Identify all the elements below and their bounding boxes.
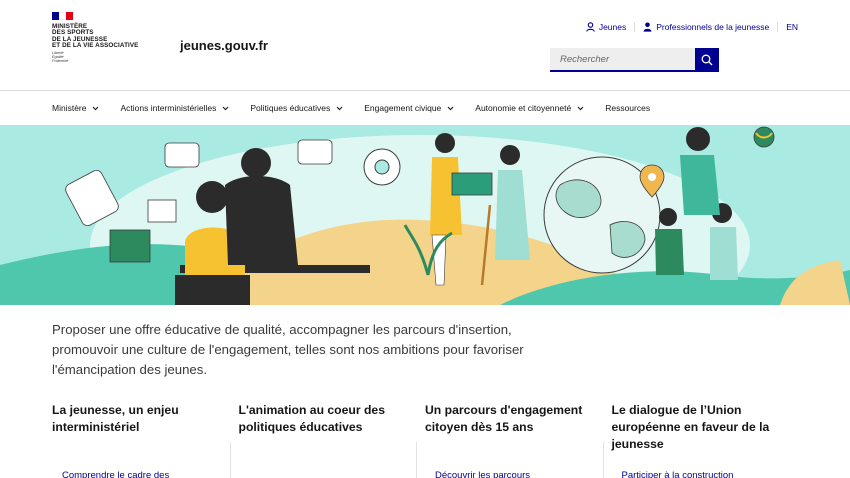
card-link[interactable]: Participer à la construction: [622, 470, 734, 478]
user-fill-icon: [643, 22, 652, 32]
card-link[interactable]: Comprendre le cadre des: [62, 470, 169, 478]
nav-item-ressources[interactable]: Ressources: [605, 103, 650, 113]
nav-item-label: Politiques éducatives: [250, 103, 331, 113]
search-button[interactable]: [695, 48, 719, 72]
search-bar: Rechercher: [550, 48, 719, 72]
card-divider: [602, 442, 604, 478]
quick-link-jeunes[interactable]: Jeunes: [578, 22, 634, 32]
card-dialogue-ue: Le dialogue de l’Union européenne en fav…: [602, 402, 799, 478]
card-parcours-engagement: Un parcours d'engagement citoyen dès 15 …: [416, 402, 612, 478]
card-title[interactable]: La jeunesse, un enjeu interministériel: [52, 402, 229, 436]
chevron-down-icon: [93, 106, 99, 111]
search-input[interactable]: Rechercher: [550, 48, 695, 72]
chevron-down-icon: [447, 106, 454, 111]
motto-line: Fraternité: [52, 58, 69, 63]
card-animation-politiques: L'animation au coeur des politiques éduc…: [229, 402, 426, 478]
french-flag-icon: [52, 12, 73, 20]
ministry-name-line: ET DE LA VIE ASSOCIATIVE: [52, 42, 139, 50]
language-label: EN: [786, 22, 798, 32]
nav-item-label: Ressources: [605, 103, 651, 113]
card-title[interactable]: Un parcours d'engagement citoyen dès 15 …: [425, 402, 602, 436]
language-switch-button[interactable]: EN: [777, 22, 798, 32]
quick-link-professionnels[interactable]: Professionnels de la jeunesse: [634, 22, 777, 32]
main-navigation: Ministère Actions interministérielles Po…: [0, 90, 850, 125]
nav-item-label: Engagement civique: [364, 103, 442, 113]
card-title[interactable]: L'animation au coeur des politiques éduc…: [239, 402, 416, 436]
card-divider: [416, 442, 417, 478]
nav-item-politiques-educatives[interactable]: Politiques éducatives: [250, 103, 343, 113]
site-header: MINISTÈRE DES SPORTS DE LA JEUNESSE ET D…: [0, 0, 850, 90]
chevron-down-icon: [336, 106, 343, 111]
ministry-logo[interactable]: MINISTÈRE DES SPORTS DE LA JEUNESSE ET D…: [52, 12, 162, 63]
card-title[interactable]: Le dialogue de l’Union européenne en fav…: [612, 402, 789, 453]
card-link[interactable]: Découvrir les parcours: [435, 470, 530, 478]
card-divider: [229, 442, 231, 478]
feature-cards: La jeunesse, un enjeu interministériel C…: [52, 402, 798, 478]
hero-illustration-graphic: [0, 126, 850, 305]
nav-item-label: Autonomie et citoyenneté: [475, 103, 572, 113]
chevron-down-icon: [577, 106, 584, 111]
nav-item-actions-interministerielles[interactable]: Actions interministérielles: [120, 103, 229, 113]
nav-item-autonomie-citoyennete[interactable]: Autonomie et citoyenneté: [475, 103, 584, 113]
nav-item-ministere[interactable]: Ministère: [52, 103, 99, 113]
card-jeunesse-interministeriel: La jeunesse, un enjeu interministériel C…: [52, 402, 239, 478]
ministry-name: MINISTÈRE DES SPORTS DE LA JEUNESSE ET D…: [52, 23, 162, 50]
quick-links: Jeunes Professionnels de la jeunesse EN: [578, 22, 798, 32]
quick-link-label: Professionnels de la jeunesse: [656, 22, 770, 32]
user-outline-icon: [586, 22, 595, 32]
nav-item-engagement-civique[interactable]: Engagement civique: [364, 103, 454, 113]
hero-illustration: [0, 125, 850, 305]
intro-text: Proposer une offre éducative de qualité,…: [52, 322, 524, 377]
quick-link-label: Jeunes: [598, 22, 627, 32]
nav-item-label: Actions interministérielles: [120, 103, 217, 113]
site-name[interactable]: jeunes.gouv.fr: [180, 38, 268, 53]
search-icon: [701, 54, 713, 66]
republic-motto: Liberté Égalité Fraternité: [52, 51, 162, 63]
nav-item-label: Ministère: [52, 103, 87, 113]
chevron-down-icon: [222, 106, 229, 111]
